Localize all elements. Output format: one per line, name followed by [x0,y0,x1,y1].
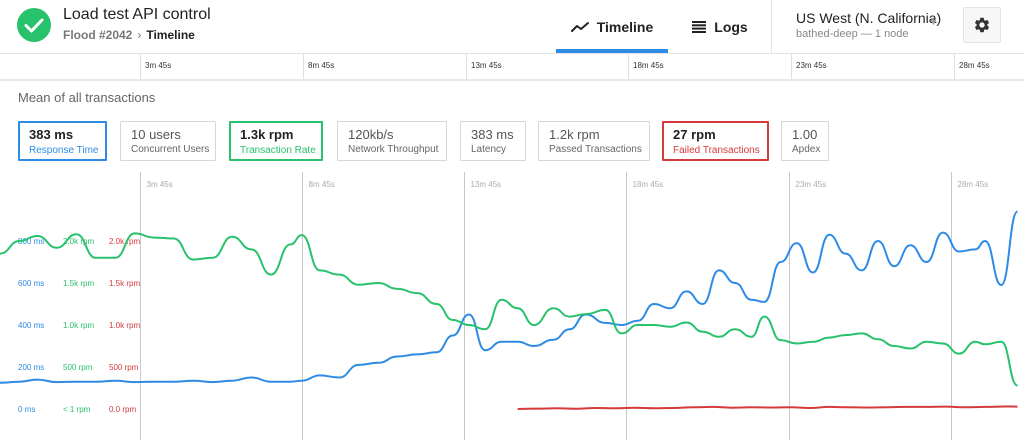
ruler-label: 28m 45s [959,61,990,70]
metric-value: 1.00 [792,127,818,142]
chart-y-tick-label: 1.5k rpm [63,279,94,288]
metric-value: 383 ms [29,127,74,142]
metric-concurrent-users[interactable]: 10 users Concurrent Users [120,121,216,161]
metric-network-throughput[interactable]: 120kb/s Network Throughput [337,121,447,161]
tab-logs[interactable]: Logs [670,0,770,53]
chart-line-icon [570,21,589,32]
list-icon [692,20,707,33]
metric-apdex[interactable]: 1.00 Apdex [781,121,829,161]
ruler-label: 18m 45s [633,61,664,70]
section-title: Mean of all transactions [18,90,156,105]
chart-x-tick-label: 18m 45s [633,180,664,189]
metric-value: 383 ms [471,127,514,142]
metric-value: 10 users [131,127,181,142]
ruler-label: 8m 45s [308,61,335,70]
caret-down-icon: ▼ [929,17,938,27]
metric-value: 1.3k rpm [240,127,294,142]
chart-y-tick-label: 500 rpm [109,363,139,372]
chevron-right-icon: › [137,28,142,42]
metric-response-time[interactable]: 383 ms Response Time [18,121,107,161]
breadcrumb: Flood #2042 › Timeline [63,28,195,42]
page-title: Load test API control [63,6,211,23]
chart-y-tick-label: 600 ms [18,279,44,288]
metric-label: Apdex [792,144,821,155]
chart-y-tick-label: 500 rpm [63,363,93,372]
ruler-tick [628,54,629,79]
ruler-tick [466,54,467,79]
chart-y-tick-label: 0 ms [18,405,35,414]
metric-label: Concurrent Users [131,144,210,155]
tab-logs-label: Logs [714,18,748,35]
ruler-tick [954,54,955,79]
region-name: US West (N. California) [796,10,942,26]
gear-icon [974,17,990,33]
time-ruler: 3m 45s 8m 45s 13m 45s 18m 45s 23m 45s 28… [0,54,1024,81]
active-tab-indicator [556,49,668,53]
metric-passed-transactions[interactable]: 1.2k rpm Passed Transactions [538,121,650,161]
chart-y-tick-label: 200 ms [18,363,44,372]
metric-label: Latency [471,144,507,155]
ruler-tick [140,54,141,79]
metric-label: Passed Transactions [549,144,642,155]
breadcrumb-current: Timeline [146,28,195,42]
metric-value: 27 rpm [673,127,716,142]
metric-transaction-rate[interactable]: 1.3k rpm Transaction Rate [229,121,323,161]
chart-y-tick-label: < 1 rpm [63,405,91,414]
ruler-label: 3m 45s [145,61,172,70]
app-header: Load test API control Flood #2042 › Timeli… [0,0,1024,54]
status-success-badge [17,8,51,42]
ruler-tick [791,54,792,79]
tab-timeline[interactable]: Timeline [556,0,668,53]
breadcrumb-flood-link[interactable]: Flood #2042 [63,28,132,42]
chart-series-line-failed [517,405,1018,410]
chart-x-tick-label: 28m 45s [958,180,989,189]
chart-y-tick-label: 400 ms [18,321,44,330]
tab-timeline-label: Timeline [596,18,654,35]
ruler-tick [303,54,304,79]
metric-failed-transactions[interactable]: 27 rpm Failed Transactions [662,121,769,161]
timeline-chart[interactable]: 3m 45s 8m 45s 13m 45s 18m 45s 23m 45s 28m 45s… [0,172,1024,440]
chart-y-tick-label: 1.0k rpm [109,321,140,330]
metric-label: Failed Transactions [673,145,760,156]
metric-label: Network Throughput [348,144,439,155]
region-selector[interactable]: US West (N. California) bathed-deep — 1 … [781,4,951,44]
metric-value: 120kb/s [348,127,394,142]
header-divider [771,0,772,53]
metric-label: Response Time [29,145,99,156]
chart-x-tick-label: 3m 45s [147,180,173,189]
check-icon [24,18,44,33]
region-subtitle: bathed-deep — 1 node [796,28,909,40]
chart-y-tick-label: 1.5k rpm [109,279,140,288]
metric-value: 1.2k rpm [549,127,600,142]
chart-y-tick-label: 0.0 rpm [109,405,136,414]
chart-x-tick-label: 23m 45s [796,180,827,189]
metric-latency[interactable]: 383 ms Latency [460,121,526,161]
chart-x-tick-label: 13m 45s [471,180,502,189]
ruler-label: 23m 45s [796,61,827,70]
settings-button[interactable] [963,7,1001,43]
chart-x-tick-label: 8m 45s [309,180,335,189]
chart-y-tick-label: 1.0k rpm [63,321,94,330]
chart-series-line-rate [0,232,1019,387]
ruler-label: 13m 45s [471,61,502,70]
metric-label: Transaction Rate [240,145,316,156]
